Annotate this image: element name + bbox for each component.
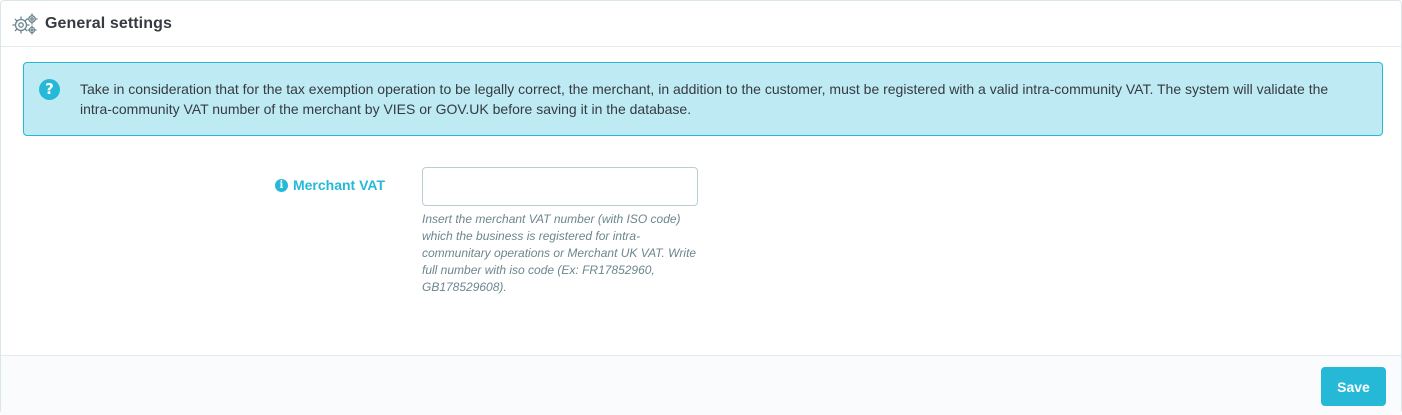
info-circle-icon: i bbox=[274, 178, 288, 192]
info-alert: ? Take in consideration that for the tax… bbox=[23, 62, 1383, 136]
question-circle-icon: ? bbox=[39, 79, 60, 100]
save-button[interactable]: Save bbox=[1321, 367, 1386, 406]
cogs-icon bbox=[11, 12, 39, 36]
merchant-vat-help-text: Insert the merchant VAT number (with ISO… bbox=[422, 212, 697, 294]
panel-heading: General settings bbox=[1, 1, 1401, 47]
panel-title: General settings bbox=[45, 14, 172, 32]
merchant-vat-label[interactable]: i Merchant VAT bbox=[274, 177, 385, 193]
panel-footer: Save bbox=[1, 355, 1401, 415]
general-settings-panel: General settings ? Take in consideration… bbox=[0, 0, 1402, 415]
merchant-vat-label-text: Merchant VAT bbox=[292, 177, 385, 193]
merchant-vat-input[interactable] bbox=[422, 167, 698, 206]
alert-text: Take in consideration that for the tax e… bbox=[80, 81, 1329, 117]
